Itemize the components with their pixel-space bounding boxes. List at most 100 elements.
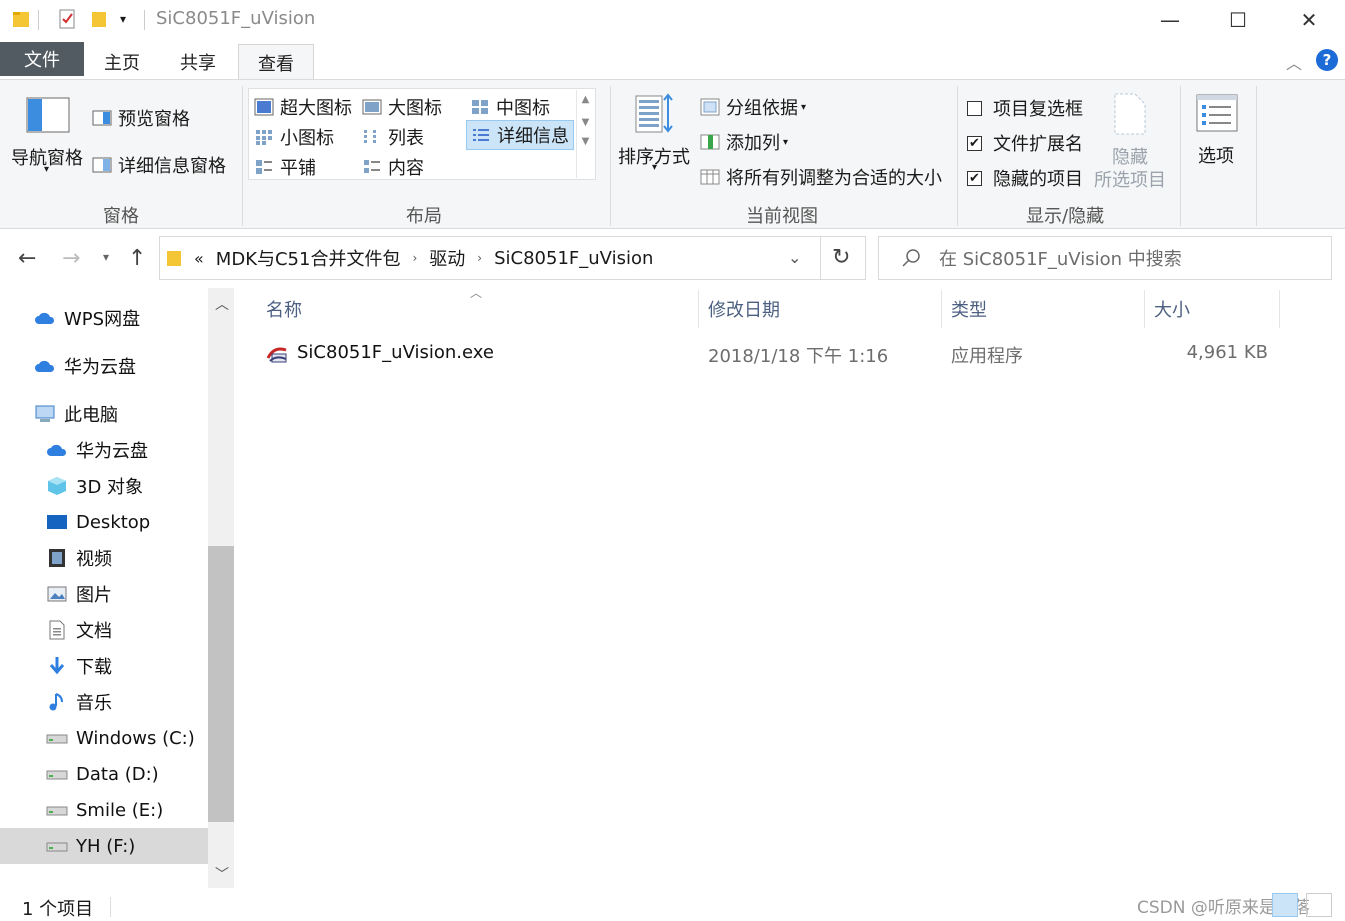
- layout-large-icons[interactable]: 大图标: [362, 94, 442, 120]
- layout-medium-icons[interactable]: 中图标: [470, 94, 550, 120]
- tab-share[interactable]: 共享: [170, 44, 226, 80]
- column-divider[interactable]: [1144, 290, 1145, 328]
- file-extensions-toggle[interactable]: ✔ 文件扩展名: [967, 130, 1083, 156]
- layout-details[interactable]: 详细信息: [466, 120, 574, 150]
- layout-content[interactable]: 内容: [362, 154, 424, 180]
- scroll-up-icon[interactable]: ︿: [215, 294, 229, 314]
- sidebar-item[interactable]: 图片: [0, 576, 208, 612]
- sidebar-item[interactable]: 下载: [0, 648, 208, 684]
- sidebar-item[interactable]: 视频: [0, 540, 208, 576]
- help-icon[interactable]: ?: [1316, 49, 1338, 71]
- sidebar-item[interactable]: 华为云盘: [0, 432, 208, 468]
- item-checkboxes-toggle[interactable]: 项目复选框: [967, 95, 1083, 121]
- details-view-toggle[interactable]: [1272, 893, 1298, 917]
- tab-view[interactable]: 查看: [238, 44, 314, 80]
- file-extensions-checkbox[interactable]: ✔: [967, 135, 982, 151]
- search-input[interactable]: 在 SiC8051F_uVision 中搜索: [939, 245, 1182, 271]
- column-header-size[interactable]: 大小: [1154, 296, 1190, 322]
- hidden-items-checkbox[interactable]: ✔: [967, 170, 982, 186]
- layout-list[interactable]: 列表: [362, 124, 424, 150]
- sidebar-item[interactable]: YH (F:): [0, 828, 208, 864]
- sidebar-item[interactable]: Smile (E:): [0, 792, 208, 828]
- details-pane-icon: [92, 157, 112, 173]
- close-button[interactable]: ✕: [1286, 0, 1332, 40]
- add-columns-button[interactable]: 添加列 ▾: [700, 129, 788, 155]
- scrollbar-thumb[interactable]: [208, 546, 234, 822]
- breadcrumb-item[interactable]: 驱动: [429, 245, 465, 271]
- new-folder-icon[interactable]: [90, 9, 108, 29]
- chevron-right-icon[interactable]: ›: [477, 251, 482, 265]
- column-header-name[interactable]: 名称: [266, 296, 302, 322]
- file-row[interactable]: SiC8051F_uVision.exe 2018/1/18 下午 1:16 应…: [262, 336, 1282, 372]
- properties-icon[interactable]: [58, 9, 76, 29]
- address-dropdown-icon[interactable]: ⌄: [788, 248, 801, 267]
- options-icon: [1196, 94, 1238, 132]
- search-icon: [902, 249, 920, 267]
- large-icons-view-toggle[interactable]: [1306, 893, 1332, 917]
- extra-large-icons-label: 超大图标: [280, 98, 352, 119]
- size-all-columns-button[interactable]: 将所有列调整为合适的大小: [700, 164, 942, 190]
- preview-pane-button[interactable]: 预览窗格: [92, 105, 190, 131]
- layout-extra-large-icons[interactable]: 超大图标: [254, 94, 352, 120]
- sidebar-item-label: 视频: [76, 549, 112, 570]
- column-divider[interactable]: [941, 290, 942, 328]
- tab-home[interactable]: 主页: [94, 44, 150, 80]
- up-arrow-icon[interactable]: ↑: [128, 246, 146, 271]
- sidebar-item[interactable]: Windows (C:): [0, 720, 208, 756]
- collapse-ribbon-icon[interactable]: ︿: [1286, 50, 1302, 74]
- drive-icon: [46, 800, 68, 820]
- sidebar-item[interactable]: 此电脑: [0, 396, 208, 432]
- sort-by-icon: [635, 93, 673, 133]
- maximize-button[interactable]: ☐: [1215, 0, 1261, 40]
- column-divider[interactable]: [1279, 290, 1280, 328]
- breadcrumb-item[interactable]: SiC8051F_uVision: [494, 248, 653, 269]
- overflow-chevron[interactable]: «: [194, 249, 204, 268]
- scroll-down-icon[interactable]: ﹀: [215, 864, 229, 884]
- layout-gallery-scroll[interactable]: ▲ ▼ ▼: [576, 90, 594, 178]
- hidden-items-toggle[interactable]: ✔ 隐藏的项目: [967, 165, 1083, 191]
- file-size: 4,961 KB: [1186, 342, 1268, 363]
- hide-selected-label-2: 所选项目: [1094, 170, 1166, 191]
- column-divider[interactable]: [698, 290, 699, 328]
- scroll-down-icon[interactable]: ▼: [577, 117, 594, 128]
- sidebar-item[interactable]: 音乐: [0, 684, 208, 720]
- recent-locations-icon[interactable]: ▾: [103, 250, 109, 264]
- options-button[interactable]: 选项: [1186, 90, 1248, 180]
- minimize-button[interactable]: —: [1147, 0, 1193, 40]
- group-by-button[interactable]: 分组依据 ▾: [700, 94, 806, 120]
- sidebar-item[interactable]: Desktop: [0, 504, 208, 540]
- chevron-down-icon: ▾: [801, 101, 807, 113]
- breadcrumb-item[interactable]: MDK与C51合并文件包: [216, 245, 401, 271]
- customize-quick-access-icon[interactable]: ▾: [120, 12, 126, 26]
- extra-large-icons-icon: [254, 98, 274, 116]
- item-checkboxes-checkbox[interactable]: [967, 100, 982, 116]
- sidebar-item[interactable]: Data (D:): [0, 756, 208, 792]
- search-box[interactable]: 在 SiC8051F_uVision 中搜索: [878, 236, 1332, 280]
- group-label-panes: 窗格: [103, 206, 139, 227]
- address-bar[interactable]: « MDK与C51合并文件包 › 驱动 › SiC8051F_uVision: [159, 236, 866, 280]
- sidebar-item[interactable]: WPS网盘: [0, 300, 208, 336]
- sidebar-item[interactable]: 华为云盘: [0, 348, 208, 384]
- sidebar-item[interactable]: 文档: [0, 612, 208, 648]
- column-header-type[interactable]: 类型: [951, 296, 987, 322]
- nav-scrollbar[interactable]: ︿ ﹀: [208, 288, 234, 888]
- tab-file[interactable]: 文件: [0, 42, 84, 76]
- navigation-pane-button[interactable]: 导航窗格 ▾: [8, 92, 88, 192]
- column-header-modified[interactable]: 修改日期: [708, 296, 780, 322]
- refresh-icon[interactable]: ↻: [832, 245, 850, 270]
- expand-gallery-icon[interactable]: ▼: [577, 136, 594, 147]
- back-arrow-icon[interactable]: ←: [18, 246, 36, 271]
- tiles-label: 平铺: [280, 158, 316, 179]
- layout-small-icons[interactable]: 小图标: [254, 124, 334, 150]
- sidebar-item[interactable]: 3D 对象: [0, 468, 208, 504]
- cloud-icon: [34, 356, 56, 376]
- details-label: 详细信息: [497, 126, 569, 147]
- sort-by-button[interactable]: 排序方式 ▾: [616, 90, 696, 180]
- forward-arrow-icon[interactable]: →: [62, 246, 80, 271]
- layout-tiles[interactable]: 平铺: [254, 154, 316, 180]
- details-pane-button[interactable]: 详细信息窗格: [92, 152, 226, 178]
- item-checkboxes-label: 项目复选框: [993, 99, 1083, 120]
- hide-selected-items-button[interactable]: 隐藏 所选项目: [1092, 90, 1168, 191]
- chevron-right-icon[interactable]: ›: [412, 251, 417, 265]
- scroll-up-icon[interactable]: ▲: [577, 94, 594, 105]
